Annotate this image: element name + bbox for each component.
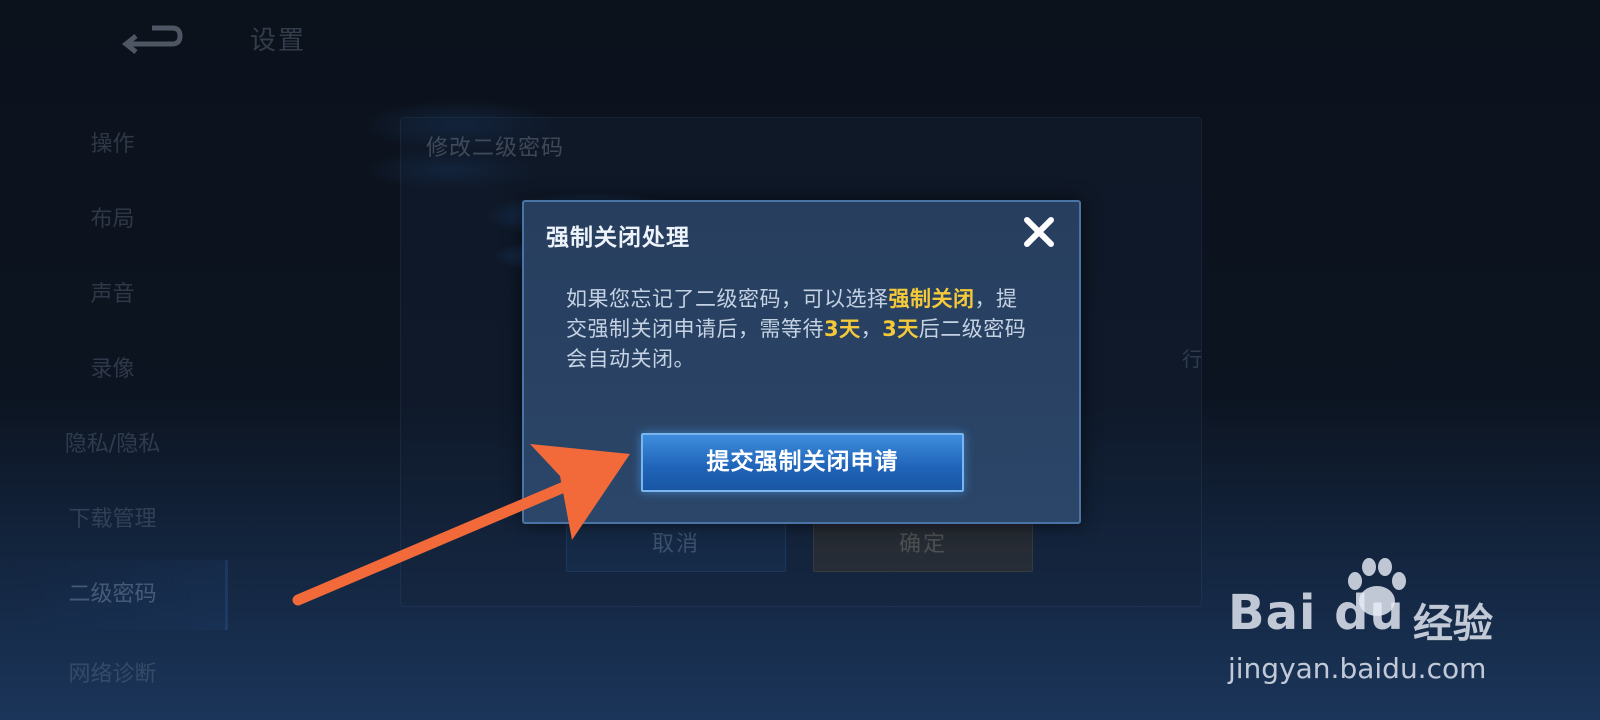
watermark-logo: Bai du (1228, 585, 1405, 641)
sidebar: 操作 布局 声音 录像 隐私/隐私 下载管理 二级密码 网络诊断 (0, 110, 228, 720)
close-icon[interactable] (1019, 212, 1059, 252)
page-title: 设置 (250, 26, 307, 56)
sidebar-item-network[interactable]: 网络诊断 (0, 640, 225, 710)
sidebar-item-layout[interactable]: 布局 (0, 185, 225, 255)
confirm-button[interactable]: 确定 (813, 518, 1033, 572)
sidebar-item-downloads[interactable]: 下载管理 (0, 485, 225, 555)
baidu-jingyan-watermark: Bai du 经验 jingyan.baidu.com (1228, 555, 1528, 690)
sidebar-item-recording[interactable]: 录像 (0, 335, 225, 405)
watermark-url: jingyan.baidu.com (1228, 652, 1487, 685)
panel-title: 修改二级密码 (426, 136, 565, 161)
highlight-days: 3天 (824, 317, 861, 341)
sidebar-item-privacy[interactable]: 隐私/隐私 (0, 410, 225, 480)
message-text: ， (860, 317, 883, 341)
submit-force-close-button[interactable]: 提交强制关闭申请 (641, 433, 964, 492)
sidebar-item-secondary-password[interactable]: 二级密码 (0, 560, 228, 630)
annotation-arrow-icon (292, 444, 630, 606)
sidebar-item-operation[interactable]: 操作 (0, 110, 225, 180)
side-hint-text: 行 (1182, 347, 1202, 371)
back-arrow-icon[interactable] (122, 22, 184, 56)
message-text: 如果您忘记了二级密码，可以选择 (566, 287, 889, 311)
dialog-title: 强制关闭处理 (546, 225, 690, 251)
watermark-brand: 经验 (1413, 601, 1493, 647)
highlight-force-close: 强制关闭 (888, 287, 975, 311)
dialog-message: 如果您忘记了二级密码，可以选择强制关闭，提交强制关闭申请后，需等待3天，3天后二… (566, 284, 1036, 374)
highlight-days: 3天 (882, 317, 919, 341)
sidebar-item-sound[interactable]: 声音 (0, 260, 225, 330)
